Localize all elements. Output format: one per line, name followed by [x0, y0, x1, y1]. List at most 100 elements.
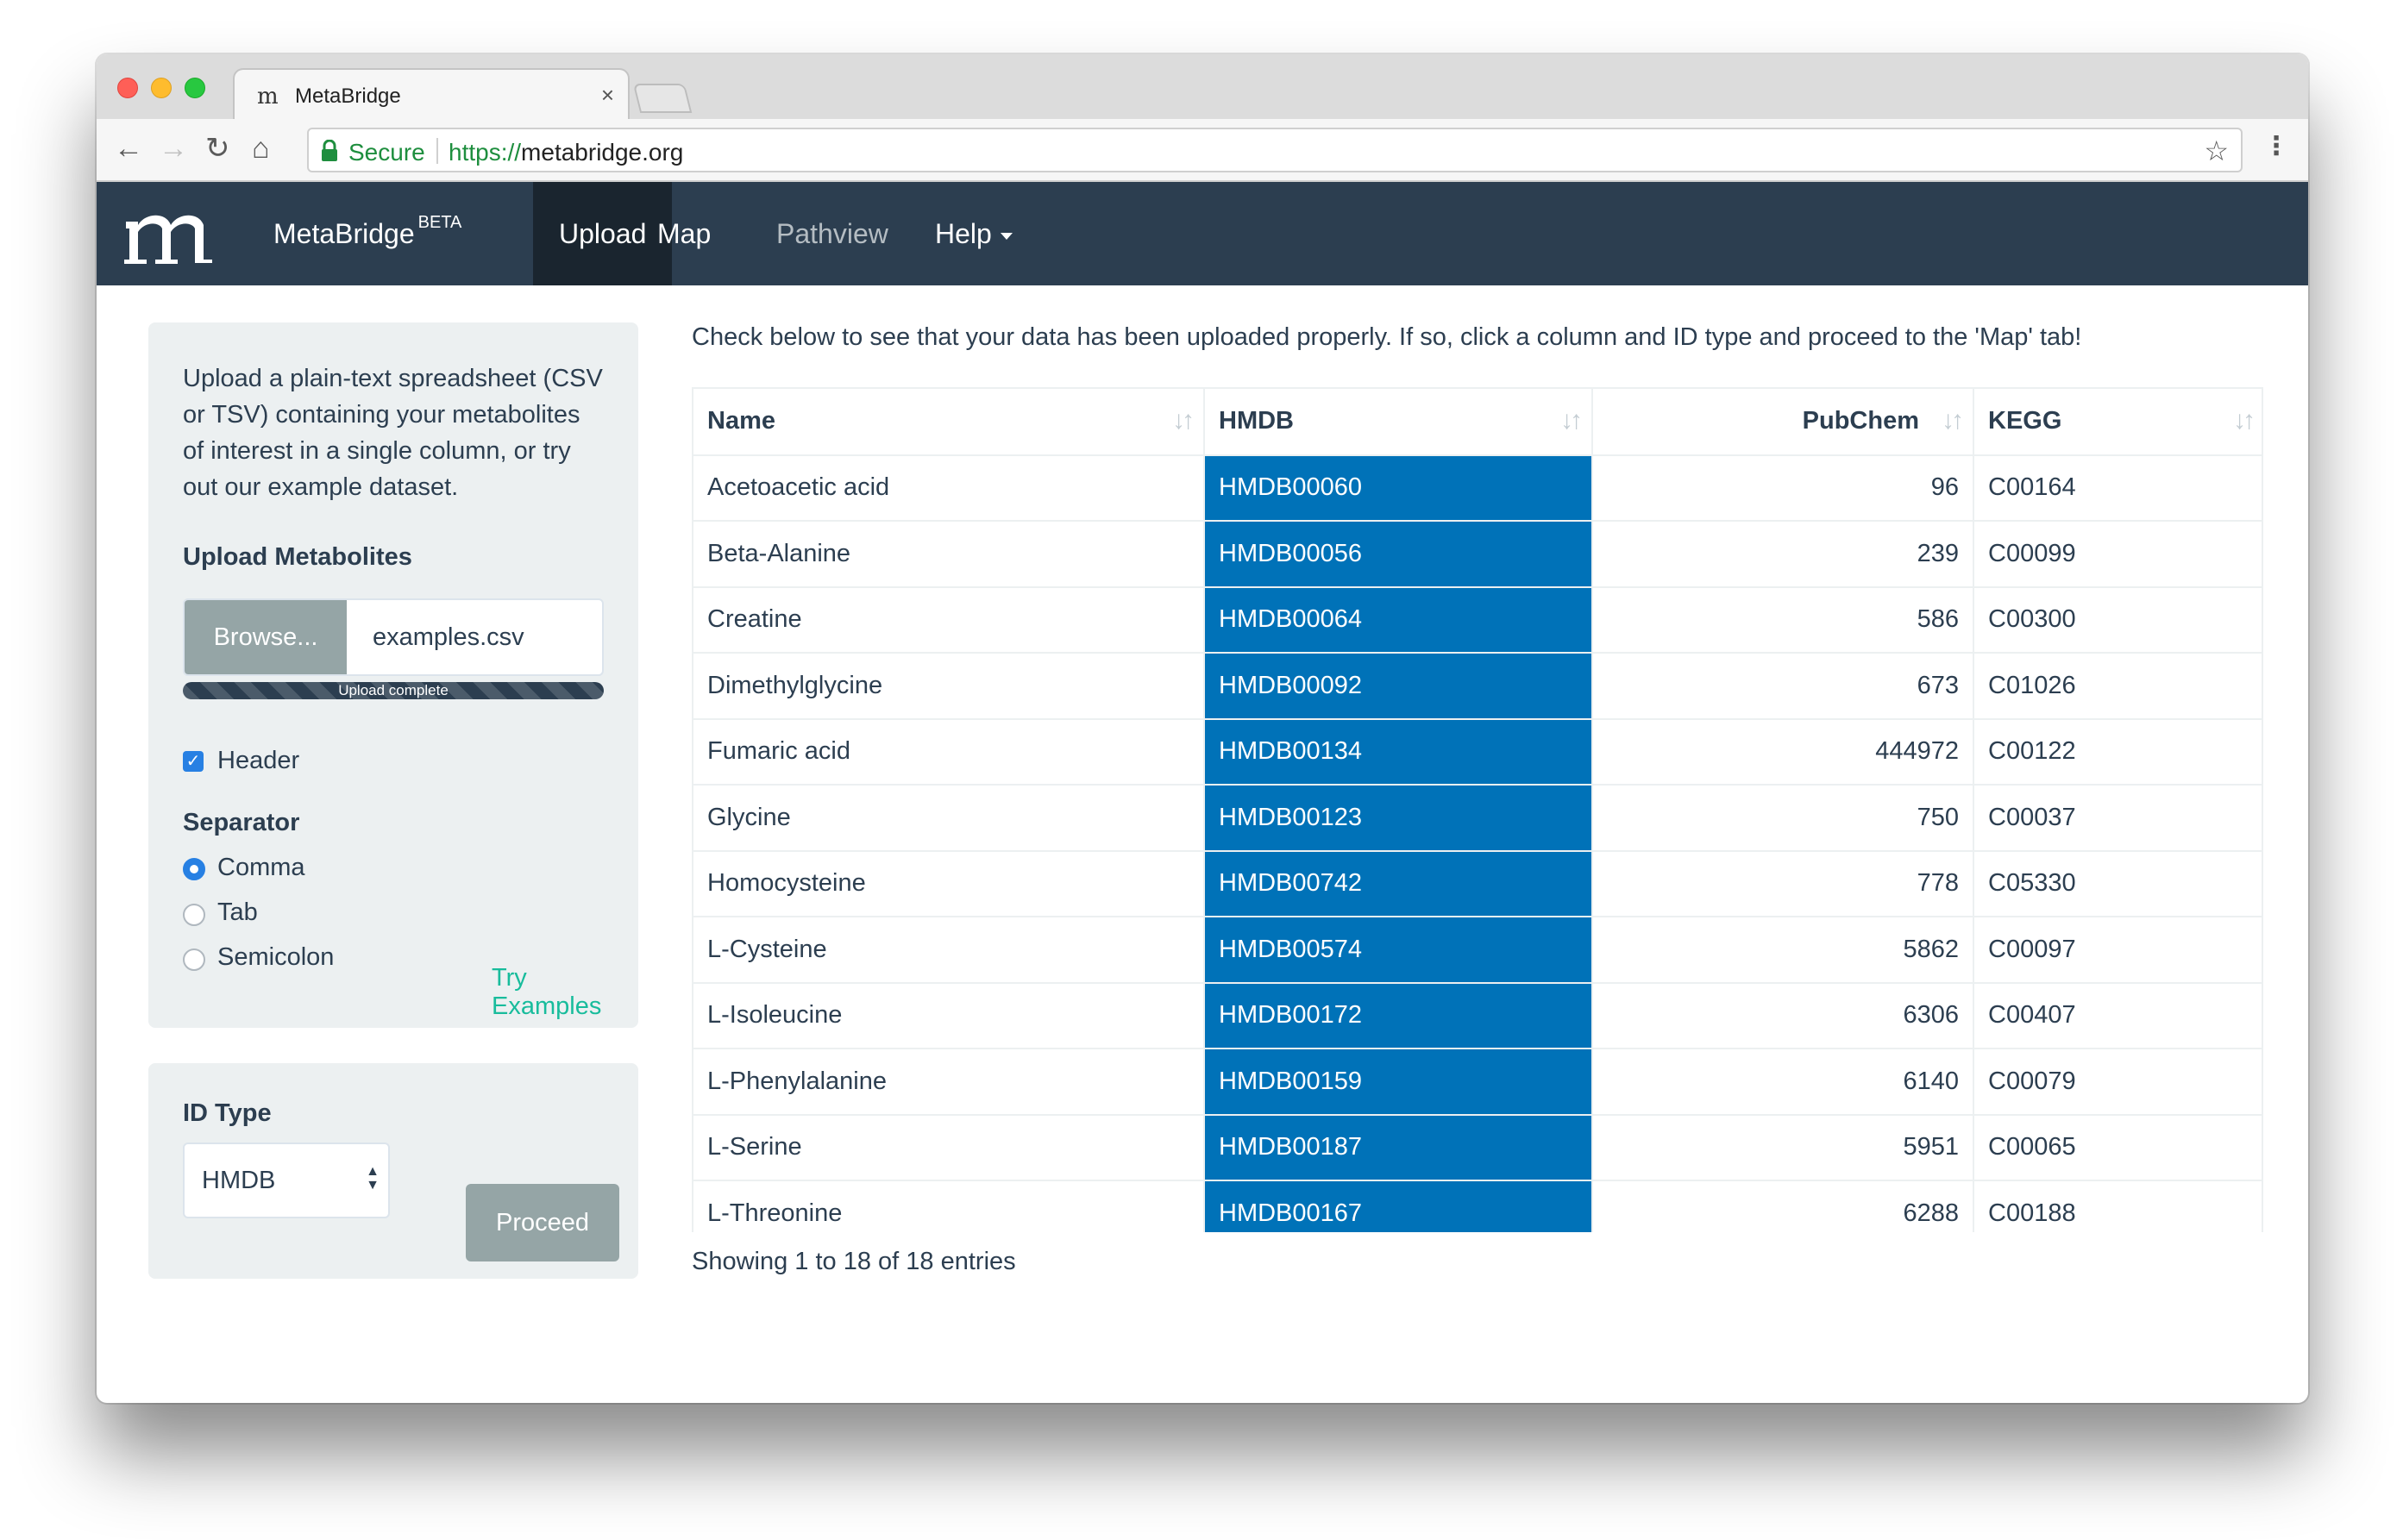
cell-hmdb[interactable]: HMDB00574: [1204, 917, 1593, 984]
cell-name[interactable]: Acetoacetic acid: [693, 454, 1205, 522]
cell-hmdb[interactable]: HMDB00172: [1204, 982, 1593, 1049]
cell-pubchem[interactable]: 673: [1592, 653, 1974, 720]
radio-tab-label[interactable]: Tab: [217, 898, 258, 927]
cell-hmdb[interactable]: HMDB00159: [1204, 1049, 1593, 1116]
cell-name[interactable]: Glycine: [693, 785, 1205, 852]
id-type-select[interactable]: HMDB ▲ ▼: [183, 1142, 390, 1218]
cell-name[interactable]: L-Isoleucine: [693, 982, 1205, 1049]
cell-hmdb[interactable]: HMDB00092: [1204, 653, 1593, 720]
cell-name[interactable]: L-Serine: [693, 1114, 1205, 1181]
data-table-container[interactable]: Name ↓↑ HMDB ↓↑ PubChem ↓↑ KEGG ↓↑ Acetoacet…: [692, 387, 2263, 1232]
cell-kegg[interactable]: C00407: [1973, 982, 2262, 1049]
brand-logo-icon[interactable]: [122, 199, 223, 268]
cell-kegg[interactable]: C05330: [1973, 850, 2262, 917]
nav-map[interactable]: Map: [631, 182, 737, 285]
cell-pubchem[interactable]: 586: [1592, 586, 1974, 654]
cell-hmdb[interactable]: HMDB00056: [1204, 521, 1593, 588]
back-arrow-icon[interactable]: ←: [114, 131, 143, 166]
cell-name[interactable]: Dimethylglycine: [693, 653, 1205, 720]
radio-tab[interactable]: [183, 904, 205, 926]
cell-name[interactable]: Homocysteine: [693, 850, 1205, 917]
cell-pubchem[interactable]: 750: [1592, 785, 1974, 852]
cell-name[interactable]: L-Threonine: [693, 1180, 1205, 1232]
menu-dots-icon[interactable]: ⋮: [2263, 129, 2289, 164]
maximize-window-button[interactable]: [185, 78, 205, 98]
cell-hmdb[interactable]: HMDB00187: [1204, 1114, 1593, 1181]
brand-name[interactable]: MetaBridge BETA: [273, 213, 461, 250]
close-icon[interactable]: ×: [601, 82, 614, 109]
browse-button[interactable]: Browse...: [185, 600, 347, 674]
cell-name[interactable]: Fumaric acid: [693, 718, 1205, 786]
cell-kegg[interactable]: C00079: [1973, 1049, 2262, 1116]
cell-pubchem[interactable]: 5951: [1592, 1114, 1974, 1181]
cell-kegg[interactable]: C00065: [1973, 1114, 2262, 1181]
cell-kegg[interactable]: C01026: [1973, 653, 2262, 720]
column-header-pubchem[interactable]: PubChem ↓↑: [1592, 389, 1974, 456]
cell-pubchem[interactable]: 6288: [1592, 1180, 1974, 1232]
cell-name[interactable]: L-Phenylalanine: [693, 1049, 1205, 1116]
close-window-button[interactable]: [117, 78, 138, 98]
reload-icon[interactable]: ↻: [205, 131, 230, 166]
cell-pubchem[interactable]: 96: [1592, 454, 1974, 522]
sort-icon[interactable]: ↓↑: [1942, 406, 1964, 435]
browser-tab[interactable]: m MetaBridge ×: [233, 68, 630, 120]
cell-hmdb[interactable]: HMDB00742: [1204, 850, 1593, 917]
table-row[interactable]: Glycine HMDB00123 750 C00037: [693, 785, 2262, 852]
nav-pathview[interactable]: Pathview: [750, 182, 914, 285]
sort-icon[interactable]: ↓↑: [1560, 406, 1583, 435]
cell-kegg[interactable]: C00037: [1973, 785, 2262, 852]
cell-kegg[interactable]: C00164: [1973, 454, 2262, 522]
proceed-button[interactable]: Proceed: [466, 1184, 619, 1261]
star-icon[interactable]: ☆: [2204, 135, 2229, 167]
column-header-hmdb[interactable]: HMDB ↓↑: [1204, 389, 1593, 456]
cell-hmdb[interactable]: HMDB00064: [1204, 586, 1593, 654]
nav-help[interactable]: Help: [909, 182, 1038, 285]
cell-name[interactable]: Creatine: [693, 586, 1205, 654]
cell-pubchem[interactable]: 6140: [1592, 1049, 1974, 1116]
forward-arrow-icon[interactable]: →: [159, 131, 188, 166]
sort-icon[interactable]: ↓↑: [1172, 406, 1195, 435]
table-row[interactable]: Beta-Alanine HMDB00056 239 C00099: [693, 521, 2262, 588]
table-row[interactable]: L-Isoleucine HMDB00172 6306 C00407: [693, 982, 2262, 1049]
cell-hmdb[interactable]: HMDB00134: [1204, 718, 1593, 786]
new-tab-button[interactable]: [632, 84, 693, 113]
cell-kegg[interactable]: C00300: [1973, 586, 2262, 654]
header-checkbox-label[interactable]: Header: [217, 747, 299, 775]
radio-semicolon[interactable]: [183, 948, 205, 971]
file-input-group[interactable]: Browse... examples.csv: [183, 598, 604, 676]
cell-pubchem[interactable]: 444972: [1592, 718, 1974, 786]
cell-kegg[interactable]: C00099: [1973, 521, 2262, 588]
cell-kegg[interactable]: C00122: [1973, 718, 2262, 786]
column-header-kegg[interactable]: KEGG ↓↑: [1973, 389, 2262, 456]
cell-kegg[interactable]: C00188: [1973, 1180, 2262, 1232]
cell-pubchem[interactable]: 239: [1592, 521, 1974, 588]
table-row[interactable]: L-Cysteine HMDB00574 5862 C00097: [693, 917, 2262, 984]
table-row[interactable]: L-Threonine HMDB00167 6288 C00188: [693, 1180, 2262, 1232]
table-row[interactable]: Fumaric acid HMDB00134 444972 C00122: [693, 718, 2262, 786]
cell-pubchem[interactable]: 778: [1592, 850, 1974, 917]
table-row[interactable]: L-Phenylalanine HMDB00159 6140 C00079: [693, 1049, 2262, 1116]
radio-comma-label[interactable]: Comma: [217, 854, 305, 882]
try-examples-link[interactable]: Try Examples: [492, 964, 638, 1021]
minimize-window-button[interactable]: [151, 78, 172, 98]
radio-semicolon-label[interactable]: Semicolon: [217, 943, 334, 972]
table-row[interactable]: Acetoacetic acid HMDB00060 96 C00164: [693, 454, 2262, 522]
url-text[interactable]: https://metabridge.org: [449, 139, 683, 166]
home-icon[interactable]: ⌂: [252, 131, 270, 166]
cell-pubchem[interactable]: 5862: [1592, 917, 1974, 984]
cell-hmdb[interactable]: HMDB00060: [1204, 454, 1593, 522]
table-row[interactable]: Creatine HMDB00064 586 C00300: [693, 586, 2262, 654]
cell-hmdb[interactable]: HMDB00123: [1204, 785, 1593, 852]
cell-name[interactable]: Beta-Alanine: [693, 521, 1205, 588]
sort-icon[interactable]: ↓↑: [2233, 406, 2256, 435]
table-row[interactable]: Dimethylglycine HMDB00092 673 C01026: [693, 653, 2262, 720]
cell-hmdb[interactable]: HMDB00167: [1204, 1180, 1593, 1232]
cell-name[interactable]: L-Cysteine: [693, 917, 1205, 984]
cell-kegg[interactable]: C00097: [1973, 917, 2262, 984]
radio-comma[interactable]: [183, 858, 205, 880]
address-bar[interactable]: Secure https://metabridge.org ☆: [307, 128, 2243, 172]
table-row[interactable]: L-Serine HMDB00187 5951 C00065: [693, 1114, 2262, 1181]
table-row[interactable]: Homocysteine HMDB00742 778 C05330: [693, 850, 2262, 917]
column-header-name[interactable]: Name ↓↑: [693, 389, 1205, 456]
cell-pubchem[interactable]: 6306: [1592, 982, 1974, 1049]
